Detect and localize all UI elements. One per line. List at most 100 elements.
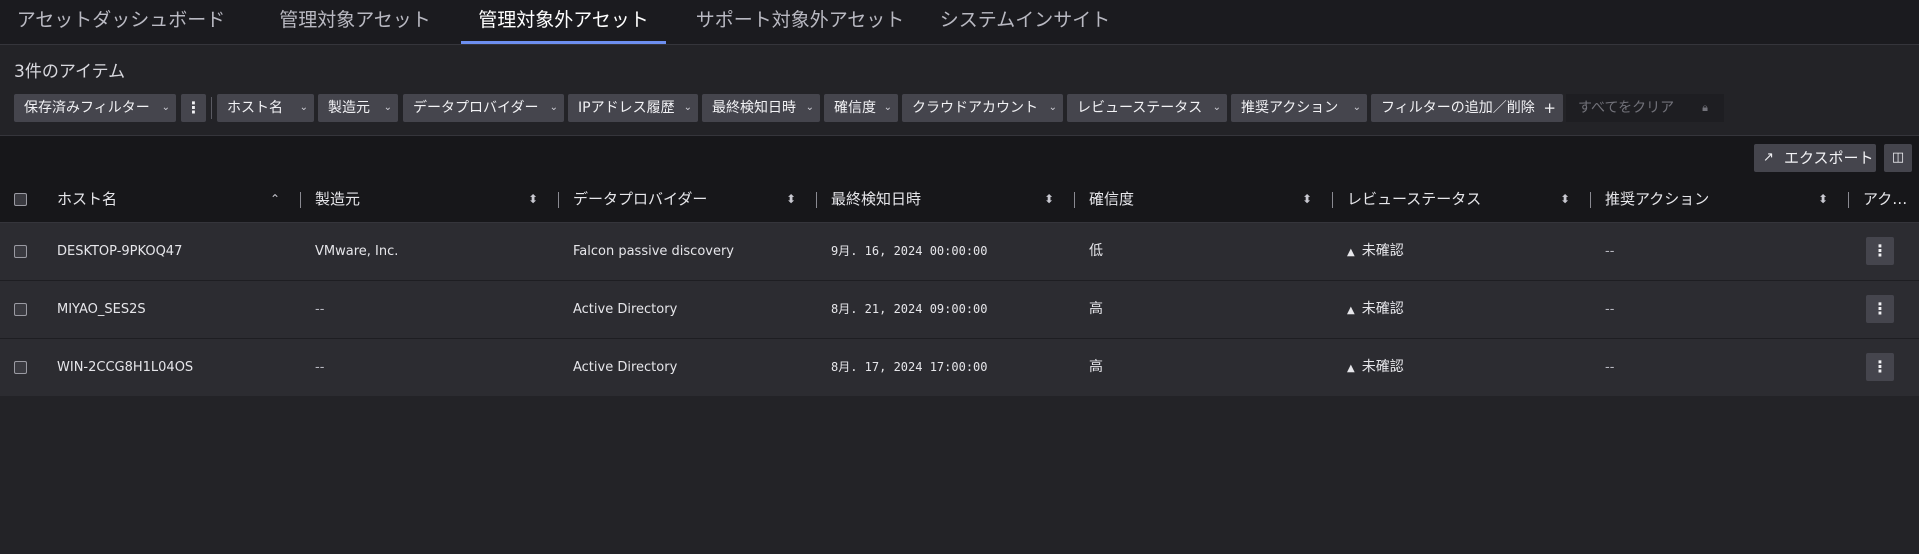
row-actions-menu-icon[interactable]: ⋮ bbox=[1866, 295, 1894, 323]
vendor-cell: VMware, Inc. bbox=[315, 244, 399, 259]
sort-icon[interactable]: ⬍ bbox=[1560, 177, 1570, 222]
filter-label: クラウドアカウント bbox=[912, 100, 1038, 116]
data-provider-cell: Falcon passive discovery bbox=[573, 244, 735, 259]
export-label: エクスポート bbox=[1784, 149, 1874, 167]
row-checkbox[interactable] bbox=[14, 361, 27, 374]
column-header-actions[interactable]: アク… bbox=[1863, 177, 1907, 222]
filter-cloud-account[interactable]: クラウドアカウント ⌄ bbox=[902, 94, 1063, 122]
column-settings-icon[interactable]: ◫ bbox=[1884, 144, 1912, 172]
filter-label: 最終検知日時 bbox=[712, 100, 796, 116]
review-status-label: 未確認 bbox=[1361, 243, 1404, 259]
vendor-cell: -- bbox=[315, 302, 325, 317]
export-button[interactable]: ↗ エクスポート bbox=[1754, 144, 1876, 172]
last-seen-cell: 9月. 16, 2024 00:00:00 bbox=[831, 244, 988, 258]
saved-filters-label: 保存済みフィルター bbox=[24, 100, 150, 116]
tab-unsupported-assets[interactable]: サポート対象外アセット bbox=[690, 0, 910, 41]
column-separator[interactable] bbox=[300, 192, 301, 208]
external-link-icon: ↗ bbox=[1763, 150, 1774, 165]
sort-icon[interactable]: ⬍ bbox=[1044, 177, 1054, 222]
chevron-down-icon: ⌄ bbox=[383, 102, 392, 113]
warning-triangle-icon: ▲ bbox=[1347, 363, 1355, 374]
row-checkbox[interactable] bbox=[14, 303, 27, 316]
hostname-cell: MIYAO_SES2S bbox=[57, 302, 146, 317]
filter-label: 推奨アクション bbox=[1241, 100, 1339, 116]
row-actions-menu-icon[interactable]: ⋮ bbox=[1866, 237, 1894, 265]
row-checkbox[interactable] bbox=[14, 245, 27, 258]
chevron-down-icon: ⌄ bbox=[161, 102, 170, 113]
filter-label: レビューステータス bbox=[1077, 100, 1203, 116]
filter-recommended-action[interactable]: 推奨アクション ⌄ bbox=[1231, 94, 1367, 122]
add-remove-filter-label: フィルターの追加／削除 bbox=[1381, 100, 1535, 116]
filter-label: IPアドレス履歴 bbox=[578, 100, 675, 116]
last-seen-cell: 8月. 17, 2024 17:00:00 bbox=[831, 360, 988, 374]
confidence-cell: 低 bbox=[1089, 243, 1103, 259]
saved-filters-dropdown[interactable]: 保存済みフィルター ⌄ bbox=[14, 94, 176, 122]
add-remove-filter-button[interactable]: フィルターの追加／削除 + bbox=[1371, 94, 1563, 122]
tab-asset-dashboard[interactable]: アセットダッシュボード bbox=[14, 0, 228, 41]
filter-review-status[interactable]: レビューステータス ⌄ bbox=[1067, 94, 1227, 122]
column-separator[interactable] bbox=[1848, 192, 1849, 208]
hostname-cell: WIN-2CCG8H1L04OS bbox=[57, 360, 194, 375]
column-separator[interactable] bbox=[1590, 192, 1591, 208]
table-toolbar: ↗ エクスポート ◫ bbox=[0, 135, 1919, 177]
chevron-down-icon: ⌄ bbox=[1352, 102, 1361, 113]
column-separator[interactable] bbox=[816, 192, 817, 208]
column-separator[interactable] bbox=[1332, 192, 1333, 208]
vertical-dots-icon[interactable]: ⋮ bbox=[181, 94, 206, 122]
tab-system-insights[interactable]: システムインサイト bbox=[935, 0, 1115, 41]
review-status-cell: ▲ 未確認 bbox=[1347, 339, 1404, 396]
recommended-action-cell: -- bbox=[1605, 244, 1615, 259]
row-actions-menu-icon[interactable]: ⋮ bbox=[1866, 353, 1894, 381]
chevron-down-icon: ⌄ bbox=[683, 102, 692, 113]
table-row[interactable]: DESKTOP-9PKOQ47 VMware, Inc. Falcon pass… bbox=[0, 223, 1919, 281]
column-header-hostname[interactable]: ホスト名 bbox=[57, 177, 117, 222]
column-header-confidence[interactable]: 確信度 bbox=[1089, 177, 1134, 222]
item-count: 3件のアイテム bbox=[14, 62, 126, 82]
column-separator[interactable] bbox=[1074, 192, 1075, 208]
sort-icon[interactable]: ⬍ bbox=[528, 177, 538, 222]
table-row[interactable]: WIN-2CCG8H1L04OS -- Active Directory 8月.… bbox=[0, 339, 1919, 397]
chevron-down-icon: ⌄ bbox=[1048, 102, 1057, 113]
review-status-label: 未確認 bbox=[1361, 301, 1404, 317]
filter-data-provider[interactable]: データプロバイダー ⌄ bbox=[403, 94, 564, 122]
data-provider-cell: Active Directory bbox=[573, 360, 678, 375]
column-header-vendor[interactable]: 製造元 bbox=[315, 177, 360, 222]
chevron-down-icon: ⌄ bbox=[549, 102, 558, 113]
table-header: ホスト名 ⌃ 製造元 ⬍ データプロバイダー ⬍ 最終検知日時 ⬍ 確信度 ⬍ … bbox=[0, 177, 1919, 223]
column-header-last-seen[interactable]: 最終検知日時 bbox=[831, 177, 921, 222]
column-header-recommended-action[interactable]: 推奨アクション bbox=[1605, 177, 1709, 222]
divider bbox=[211, 97, 212, 119]
tab-unmanaged-assets[interactable]: 管理対象外アセット bbox=[461, 0, 666, 44]
hostname-cell: DESKTOP-9PKOQ47 bbox=[57, 244, 183, 259]
filter-vendor[interactable]: 製造元 ⌄ bbox=[318, 94, 398, 122]
review-status-cell: ▲ 未確認 bbox=[1347, 223, 1404, 280]
warning-triangle-icon: ▲ bbox=[1347, 305, 1355, 316]
sort-icon[interactable]: ⬍ bbox=[786, 177, 796, 222]
chevron-down-icon: ⌄ bbox=[1212, 102, 1221, 113]
column-header-review-status[interactable]: レビューステータス bbox=[1347, 177, 1481, 222]
clear-all-label: すべてをクリア bbox=[1578, 100, 1675, 116]
recommended-action-cell: -- bbox=[1605, 360, 1615, 375]
tab-managed-assets[interactable]: 管理対象アセット bbox=[270, 0, 440, 41]
table-row[interactable]: MIYAO_SES2S -- Active Directory 8月. 21, … bbox=[0, 281, 1919, 339]
sort-ascending-icon[interactable]: ⌃ bbox=[270, 177, 280, 222]
column-separator[interactable] bbox=[558, 192, 559, 208]
recommended-action-cell: -- bbox=[1605, 302, 1615, 317]
confidence-cell: 高 bbox=[1089, 359, 1103, 375]
table-empty-area bbox=[0, 396, 1919, 554]
clear-all-button[interactable]: すべてをクリア 🔒︎ bbox=[1566, 94, 1724, 122]
column-header-data-provider[interactable]: データプロバイダー bbox=[573, 177, 707, 222]
filter-ip-history[interactable]: IPアドレス履歴 ⌄ bbox=[568, 94, 698, 122]
filter-label: 製造元 bbox=[328, 100, 370, 116]
select-all-checkbox[interactable] bbox=[14, 193, 27, 206]
warning-triangle-icon: ▲ bbox=[1347, 247, 1355, 258]
filter-hostname[interactable]: ホスト名 ⌄ bbox=[217, 94, 314, 122]
data-provider-cell: Active Directory bbox=[573, 302, 678, 317]
vendor-cell: -- bbox=[315, 360, 325, 375]
filter-label: 確信度 bbox=[834, 100, 876, 116]
sort-icon[interactable]: ⬍ bbox=[1818, 177, 1828, 222]
filter-confidence[interactable]: 確信度 ⌄ bbox=[824, 94, 898, 122]
sort-icon[interactable]: ⬍ bbox=[1302, 177, 1312, 222]
filter-label: ホスト名 bbox=[227, 100, 283, 116]
filter-last-seen[interactable]: 最終検知日時 ⌄ bbox=[702, 94, 820, 122]
